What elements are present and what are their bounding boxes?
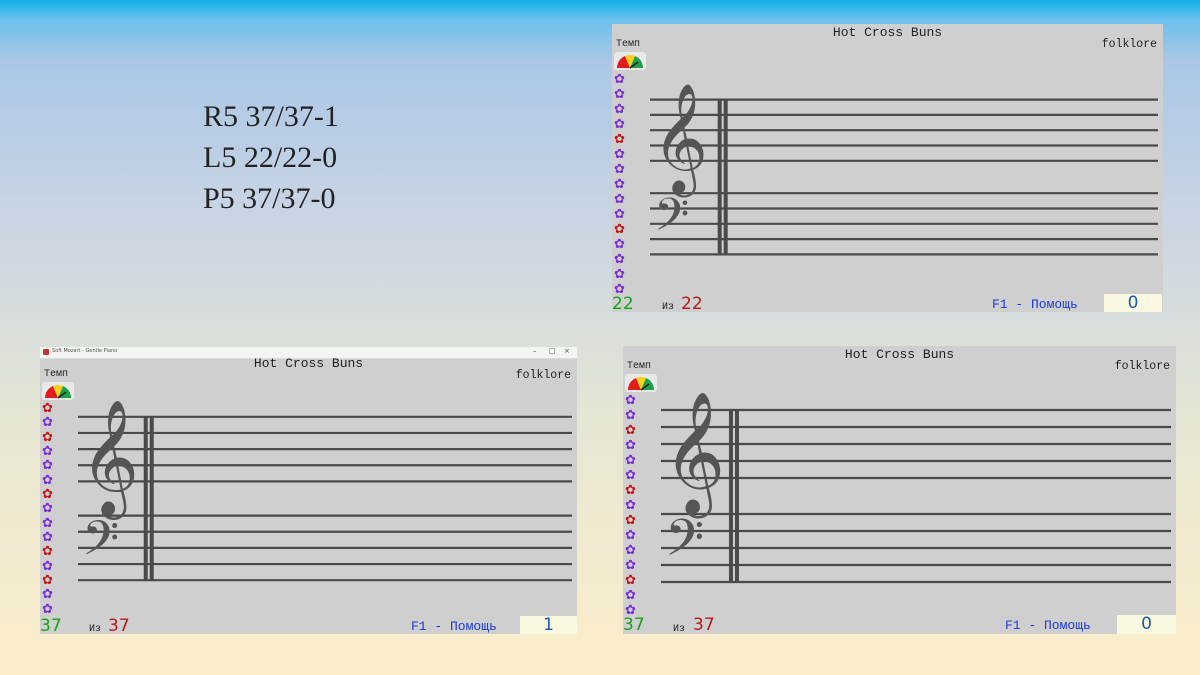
grand-staff: 𝄞𝄢	[78, 398, 572, 582]
stat-line-p5: P5 37/37-0	[203, 182, 336, 215]
notes-total: 37	[108, 616, 130, 634]
treble-clef-icon: 𝄞	[663, 390, 725, 519]
flower-icon: ✿	[42, 543, 53, 559]
flower-icon: ✿	[614, 191, 625, 206]
flower-icon: ✿	[42, 471, 53, 487]
flower-icon: ✿	[42, 486, 53, 501]
flower-icon: ✿	[614, 116, 625, 131]
flower-icon: ✿	[625, 482, 636, 497]
flower-icon: ✿	[614, 86, 625, 101]
flower-icon: ✿	[625, 497, 636, 512]
app-title: Soft Mozart - Gentle Piano	[52, 348, 118, 354]
grand-staff: 𝄞𝄢	[661, 390, 1171, 584]
flower-icon: ✿	[614, 146, 625, 161]
flower-icon: ✿	[614, 206, 625, 221]
bass-clef-icon: 𝄢	[82, 510, 119, 578]
stat-line-l5: L5 22/22-0	[203, 141, 338, 174]
flower-icon: ✿	[614, 176, 625, 191]
flower-icon: ✿	[625, 467, 636, 482]
notes-total: 37	[693, 615, 715, 634]
error-counter: 1	[520, 616, 577, 634]
progress-flowers: ✿ ✿ ✿ ✿ ✿ ✿ ✿ ✿ ✿ ✿ ✿ ✿ ✿ ✿ ✿	[40, 401, 56, 616]
flower-icon: ✿	[42, 600, 53, 616]
flower-icon: ✿	[625, 527, 636, 542]
speedometer-icon[interactable]	[42, 382, 74, 400]
flower-icon: ✿	[614, 161, 625, 176]
flower-icon: ✿	[42, 414, 53, 430]
flower-icon: ✿	[614, 236, 625, 251]
flower-icon: ✿	[42, 529, 53, 544]
flower-icon: ✿	[614, 131, 625, 146]
of-label: Из	[89, 624, 102, 634]
flower-icon: ✿	[625, 572, 636, 587]
piano-window-bottom-right: Hot Cross Buns folklore Темп ✿ ✿ ✿ ✿ ✿ ✿ ✿ ✿ ✿ ✿ ✿…	[623, 346, 1176, 634]
flower-icon: ✿	[625, 452, 636, 467]
flower-icon: ✿	[42, 500, 53, 516]
composer-label: folklore	[1114, 360, 1170, 373]
maximize-icon[interactable]: □	[549, 347, 556, 355]
error-counter: 0	[1104, 294, 1162, 312]
progress-flowers: ✿ ✿ ✿ ✿ ✿ ✿ ✿ ✿ ✿ ✿ ✿ ✿ ✿ ✿ ✿	[612, 72, 628, 297]
piano-window-top-right: Hot Cross Buns folklore Темп ✿ ✿ ✿ ✿ ✿ ✿ ✿ ✿ ✿ ✿ ✿…	[612, 24, 1163, 312]
treble-clef-icon: 𝄞	[652, 83, 708, 198]
song-title: Hot Cross Buns	[844, 347, 955, 362]
flower-icon: ✿	[625, 437, 636, 452]
flower-icon: ✿	[625, 557, 636, 572]
close-icon[interactable]: ×	[564, 347, 570, 355]
flower-icon: ✿	[614, 251, 625, 266]
notes-count: 37	[40, 616, 62, 634]
flower-icon: ✿	[625, 407, 636, 422]
of-label: Из	[662, 302, 675, 312]
minimize-icon[interactable]: –	[533, 347, 537, 355]
flower-icon: ✿	[42, 400, 53, 415]
flower-icon: ✿	[625, 512, 636, 527]
tempo-label: Темп	[627, 361, 652, 372]
composer-label: folklore	[515, 369, 571, 382]
flower-icon: ✿	[625, 542, 636, 557]
flower-icon: ✿	[625, 392, 636, 407]
flower-icon: ✿	[42, 514, 53, 530]
treble-clef-icon: 𝄞	[80, 398, 139, 520]
grand-staff: 𝄞𝄢	[650, 83, 1158, 256]
flower-icon: ✿	[42, 443, 53, 458]
error-counter: 0	[1117, 615, 1176, 634]
song-title: Hot Cross Buns	[832, 25, 943, 40]
tempo-label: Темп	[616, 39, 641, 50]
flower-icon: ✿	[614, 101, 625, 116]
help-hint[interactable]: F1 - Помощь	[1005, 618, 1091, 633]
app-icon	[43, 349, 49, 355]
flower-icon: ✿	[614, 266, 625, 281]
flower-icon: ✿	[42, 457, 53, 473]
flower-icon: ✿	[625, 422, 636, 437]
flower-icon: ✿	[42, 572, 53, 587]
stats-block: R5 37/37-1 L5 22/22-0 P5 37/37-0	[203, 96, 339, 219]
flower-icon: ✿	[42, 428, 53, 444]
tempo-label: Темп	[44, 369, 69, 380]
flower-icon: ✿	[614, 221, 625, 236]
bass-clef-icon: 𝄢	[665, 509, 704, 580]
flower-icon: ✿	[42, 557, 53, 573]
song-title: Hot Cross Buns	[253, 356, 364, 371]
stat-line-r5: R5 37/37-1	[203, 100, 339, 133]
notes-count: 22	[612, 294, 634, 312]
progress-flowers: ✿ ✿ ✿ ✿ ✿ ✿ ✿ ✿ ✿ ✿ ✿ ✿ ✿ ✿ ✿	[623, 393, 639, 618]
help-hint[interactable]: F1 - Помощь	[411, 619, 497, 634]
notes-count: 37	[623, 615, 645, 634]
help-hint[interactable]: F1 - Помощь	[992, 297, 1078, 312]
flower-icon: ✿	[614, 71, 625, 86]
composer-label: folklore	[1101, 38, 1157, 51]
bass-clef-icon: 𝄢	[654, 188, 689, 252]
flower-icon: ✿	[42, 586, 53, 602]
piano-window-bottom-left: Soft Mozart - Gentle Piano – □ × Hot Cro…	[40, 347, 577, 634]
flower-icon: ✿	[625, 587, 636, 602]
of-label: Из	[673, 624, 686, 634]
notes-total: 22	[681, 294, 703, 312]
speedometer-icon[interactable]	[614, 52, 646, 70]
speedometer-icon[interactable]	[625, 374, 657, 392]
